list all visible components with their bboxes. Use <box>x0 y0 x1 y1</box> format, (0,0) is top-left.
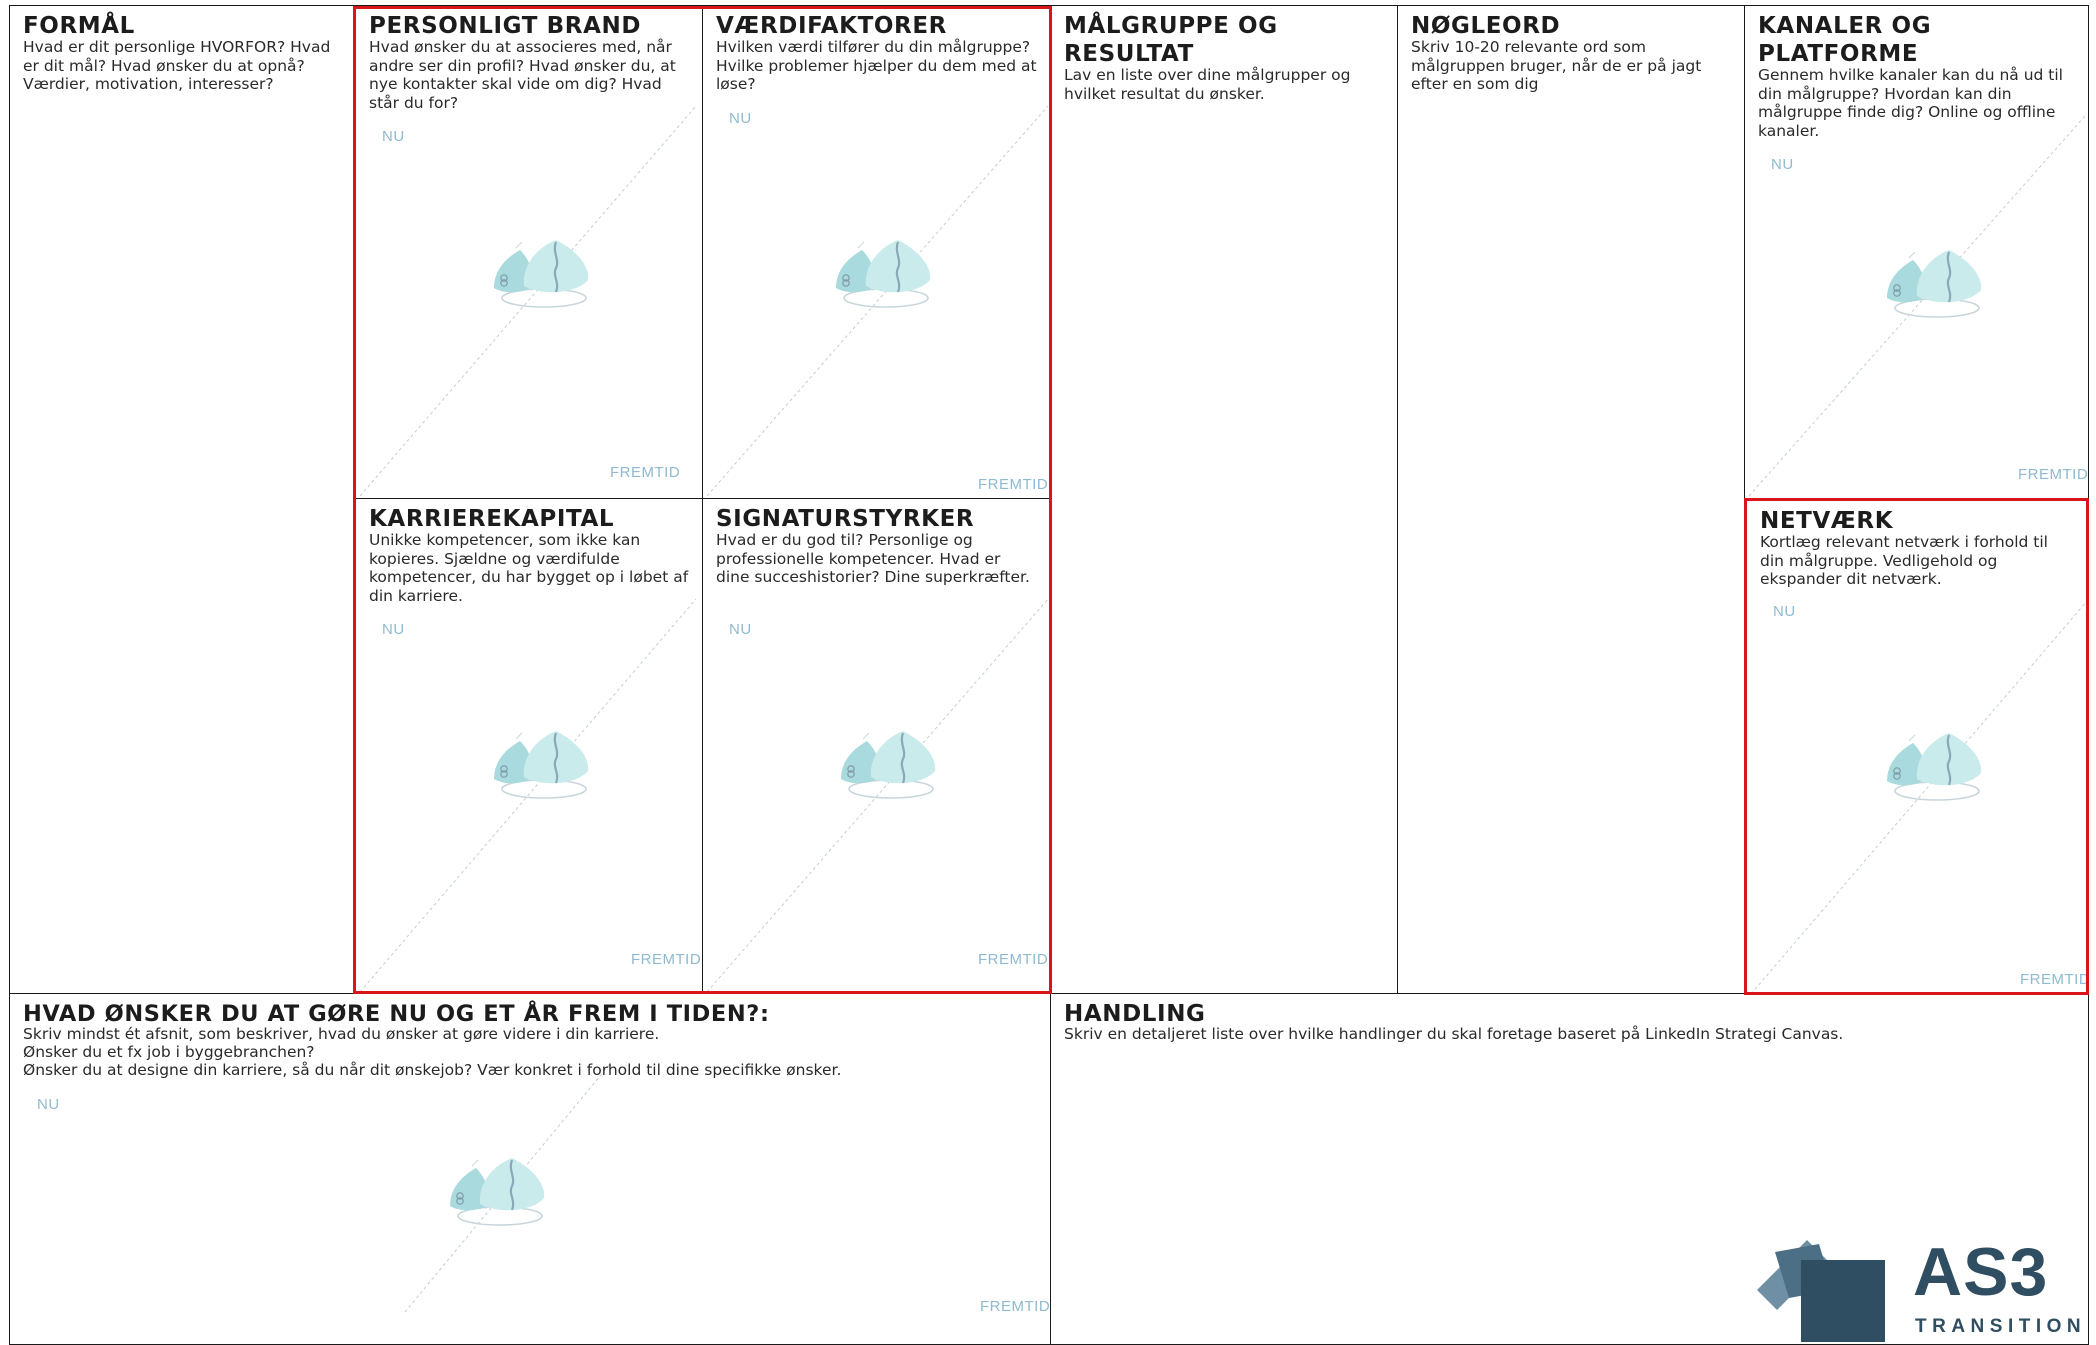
section-description-line-1: Skriv mindst ét afsnit, som beskriver, h… <box>23 1025 660 1043</box>
section-description: Gennem hvilke kanaler kan du nå ud til d… <box>1758 66 2063 140</box>
nu-label: NU <box>37 1096 60 1113</box>
section-description-line-2: Ønsker du et fx job i byggebranchen? <box>23 1043 315 1061</box>
section-title: KANALER OG PLATFORME <box>1758 13 1932 67</box>
section-description: Lav en liste over dine målgrupper og hvi… <box>1064 66 1351 103</box>
fremtid-label: FREMTID <box>2020 971 2089 988</box>
nu-label: NU <box>1773 603 1796 620</box>
fremtid-label: FREMTID <box>980 1298 1051 1315</box>
section-title: FORMÅL <box>23 13 135 39</box>
section-title: NETVÆRK <box>1760 508 1894 534</box>
section-description: Skriv en detaljeret liste over hvilke ha… <box>1064 1025 1844 1043</box>
section-description: Kortlæg relevant netværk i forhold til d… <box>1760 533 2048 588</box>
section-title: MÅLGRUPPE OG RESULTAT <box>1064 13 1278 67</box>
section-formaal: FORMÅL Hvad er dit personlige HVORFOR? H… <box>9 5 356 995</box>
section-title: HANDLING <box>1064 1001 1206 1027</box>
section-description-line-3: Ønsker du at designe din karriere, så du… <box>23 1061 842 1079</box>
mountain-icon <box>442 1154 552 1234</box>
section-kanaler: KANALER OG PLATFORME Gennem hvilke kanal… <box>1744 5 2089 499</box>
as3-logo: AS3 TRANSITION <box>1755 1232 2085 1342</box>
as3-logo-mark-icon <box>1757 1240 1885 1342</box>
section-description: Skriv 10-20 relevante ord som målgruppen… <box>1411 38 1702 93</box>
highlight-frame <box>353 6 1052 994</box>
section-maalgruppe: MÅLGRUPPE OG RESULTAT Lav en liste over … <box>1050 5 1398 995</box>
section-title: HVAD ØNSKER DU AT GØRE NU OG ET ÅR FREM … <box>23 1001 770 1027</box>
section-noegleord: NØGLEORD Skriv 10-20 relevante ord som m… <box>1397 5 1745 995</box>
section-netvaerk: NETVÆRK Kortlæg relevant netværk i forho… <box>1744 498 2089 995</box>
section-hvad-oensker: HVAD ØNSKER DU AT GØRE NU OG ET ÅR FREM … <box>9 993 1051 1345</box>
nu-label: NU <box>1771 156 1794 173</box>
logo-subtitle: TRANSITION <box>1915 1316 2087 1337</box>
mountain-icon <box>1879 729 1989 809</box>
mountain-icon <box>1879 246 1989 326</box>
section-title: NØGLEORD <box>1411 13 1561 39</box>
logo-wordmark: AS3 <box>1913 1234 2049 1310</box>
section-description: Hvad er dit personlige HVORFOR? Hvad er … <box>23 38 331 93</box>
fremtid-label: FREMTID <box>2018 466 2089 483</box>
